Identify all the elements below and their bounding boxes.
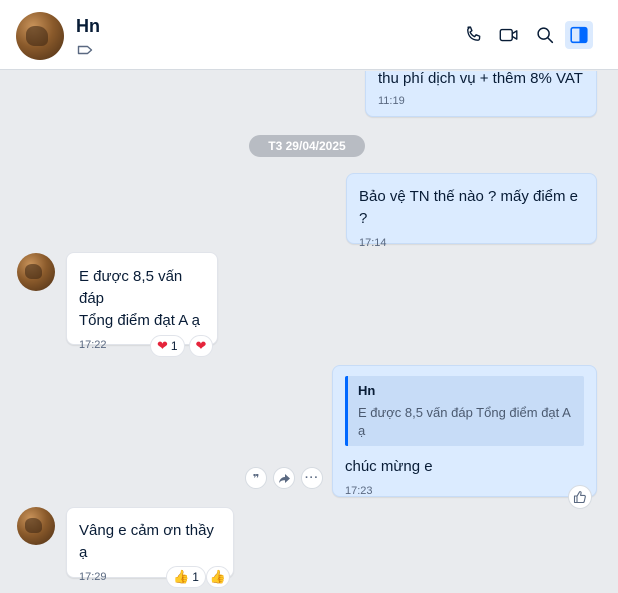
chat-header: Hn — [0, 0, 618, 70]
thumbs-up-icon: 👍 — [209, 569, 227, 584]
phone-call-button[interactable] — [459, 21, 487, 49]
forward-icon — [278, 473, 290, 483]
reaction-summary[interactable]: ❤ 1 — [150, 335, 185, 357]
forward-button[interactable] — [273, 467, 295, 489]
video-call-button[interactable] — [495, 21, 523, 49]
message-bubble-outgoing[interactable]: thu phí dịch vụ + thêm 8% VAT 11:19 — [365, 71, 597, 117]
scrollbar[interactable] — [612, 71, 618, 593]
date-separator: T3 29/04/2025 — [249, 135, 365, 157]
sender-avatar[interactable] — [17, 253, 55, 291]
contact-name[interactable]: Hn — [76, 16, 100, 37]
like-reaction-button[interactable] — [568, 485, 592, 509]
sidebar-toggle-button[interactable] — [565, 21, 593, 49]
quote-reply-button[interactable]: ❞ — [245, 467, 267, 489]
thumbs-up-outline-icon — [573, 491, 586, 504]
sender-avatar[interactable] — [17, 507, 55, 545]
reaction-count: 1 — [170, 339, 178, 353]
thumbs-up-icon: 👍 — [173, 569, 190, 584]
message-bubble-outgoing[interactable]: Bảo vệ TN thế nào ? mấy điểm e ? 17:14 — [346, 173, 597, 249]
react-button[interactable]: ❤ — [189, 335, 213, 357]
message-bubble-incoming[interactable]: E được 8,5 vấn đáp Tổng điểm đạt A ạ 17:… — [66, 252, 218, 351]
message-time: 17:22 — [79, 339, 107, 351]
video-call-icon — [499, 28, 518, 42]
search-icon — [537, 27, 554, 44]
react-button[interactable]: 👍 — [206, 566, 230, 588]
message-bubble-incoming[interactable]: Vâng e cảm ơn thầy ạ 17:29 — [66, 507, 234, 583]
quote-author: Hn — [358, 383, 376, 398]
message-text: Vâng e cảm ơn thầy ạ — [79, 522, 214, 561]
message-time: 17:23 — [345, 485, 373, 497]
more-dots-icon: ··· — [305, 472, 319, 484]
reaction-summary[interactable]: 👍 1 — [166, 566, 206, 588]
search-button[interactable] — [531, 21, 559, 49]
heart-icon: ❤ — [195, 338, 207, 353]
quote-text: E được 8,5 vấn đáp Tổng điểm đạt A ạ — [358, 405, 571, 438]
message-bubble-outgoing[interactable]: Hn E được 8,5 vấn đáp Tổng điểm đạt A ạ … — [332, 365, 597, 497]
phone-icon — [467, 26, 481, 41]
contact-avatar[interactable] — [16, 12, 64, 60]
message-time: 17:14 — [359, 237, 387, 249]
message-text-line: E được 8,5 vấn đáp — [79, 268, 183, 307]
message-time: 11:19 — [378, 95, 405, 107]
quote-icon: ❞ — [252, 472, 260, 485]
quoted-message[interactable]: Hn E được 8,5 vấn đáp Tổng điểm đạt A ạ — [345, 376, 584, 446]
message-text-line: Tổng điểm đạt A ạ — [79, 312, 200, 329]
message-text: chúc mừng e — [345, 458, 433, 475]
heart-icon: ❤ — [157, 338, 168, 353]
sidebar-toggle-icon — [570, 26, 588, 44]
reaction-count: 1 — [192, 570, 199, 584]
message-text: Bảo vệ TN thế nào ? mấy điểm e ? — [359, 188, 579, 227]
message-text: thu phí dịch vụ + thêm 8% VAT — [378, 71, 583, 87]
tag-icon[interactable] — [77, 44, 93, 56]
message-list[interactable]: thu phí dịch vụ + thêm 8% VAT 11:19 T3 2… — [0, 71, 612, 593]
more-options-button[interactable]: ··· — [301, 467, 323, 489]
